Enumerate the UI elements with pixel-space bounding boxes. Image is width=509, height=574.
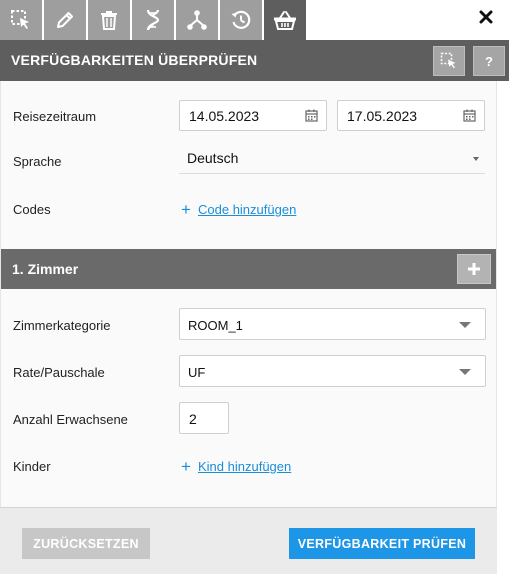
select-mode-button[interactable] [433, 46, 465, 76]
tab-delete[interactable] [88, 0, 130, 40]
adults-input[interactable]: 2 [179, 402, 229, 434]
room-title: 1. Zimmer [12, 261, 79, 277]
adults-label: Anzahl Erwachsene [13, 412, 128, 427]
tab-edit[interactable] [44, 0, 86, 40]
codes-label: Codes [13, 202, 51, 217]
plus-icon: + [181, 457, 191, 476]
tab-bar [0, 0, 509, 40]
language-value: Deutsch [187, 150, 239, 166]
tab-basket[interactable] [264, 0, 306, 40]
form-panel: Reisezeitraum 14.05.2023 17.05.2023 Spra… [0, 81, 497, 507]
close-icon [479, 10, 493, 24]
room-category-label: Zimmerkategorie [13, 318, 111, 333]
calendar-icon [463, 109, 476, 122]
travel-period-label: Reisezeitraum [13, 109, 97, 124]
add-child-label: Kind hinzufügen [198, 459, 292, 474]
plus-icon: + [181, 200, 191, 219]
room-section-header: 1. Zimmer [1, 249, 496, 289]
pencil-icon [57, 12, 73, 28]
chevron-down-icon [459, 322, 471, 328]
history-icon [231, 10, 251, 29]
selection-cursor-icon [440, 52, 456, 69]
calendar-icon [305, 109, 318, 122]
tab-history[interactable] [220, 0, 262, 40]
trash-icon [101, 11, 117, 30]
check-availability-button[interactable]: VERFÜGBARKEIT PRÜFEN [289, 528, 475, 559]
tab-select[interactable] [0, 0, 42, 40]
adults-value: 2 [189, 411, 197, 427]
selection-cursor-icon [11, 10, 29, 29]
dialog-footer: ZURÜCKSETZEN VERFÜGBARKEIT PRÜFEN [0, 507, 497, 574]
network-icon [187, 10, 207, 30]
add-code-label: Code hinzufügen [198, 202, 297, 217]
reset-button[interactable]: ZURÜCKSETZEN [22, 528, 150, 559]
rate-label: Rate/Pauschale [13, 365, 105, 380]
language-select[interactable]: Deutsch [179, 143, 485, 174]
chevron-down-icon [459, 369, 471, 375]
date-to-value: 17.05.2023 [347, 108, 418, 124]
add-room-button[interactable] [457, 254, 491, 284]
date-from-value: 14.05.2023 [189, 108, 260, 124]
tab-dna[interactable] [132, 0, 174, 40]
chevron-down-icon [473, 157, 479, 161]
page-title: VERFÜGBARKEITEN ÜBERPRÜFEN [11, 52, 258, 68]
dna-icon [146, 9, 160, 31]
plus-icon [468, 263, 480, 275]
language-label: Sprache [13, 154, 62, 169]
date-to-input[interactable]: 17.05.2023 [337, 100, 485, 131]
room-category-value: ROOM_1 [188, 318, 243, 333]
dialog-header: VERFÜGBARKEITEN ÜBERPRÜFEN ? [0, 40, 509, 81]
rate-value: UF [188, 365, 206, 380]
rate-select[interactable]: UF [179, 355, 486, 387]
add-child-link[interactable]: + Kind hinzufügen [181, 457, 292, 476]
close-button[interactable] [479, 10, 495, 26]
room-category-select[interactable]: ROOM_1 [179, 308, 486, 340]
tab-network[interactable] [176, 0, 218, 40]
basket-icon [274, 11, 296, 30]
children-label: Kinder [13, 459, 51, 474]
date-from-input[interactable]: 14.05.2023 [179, 100, 327, 131]
help-button[interactable]: ? [473, 46, 505, 76]
add-code-link[interactable]: + Code hinzufügen [181, 200, 297, 219]
